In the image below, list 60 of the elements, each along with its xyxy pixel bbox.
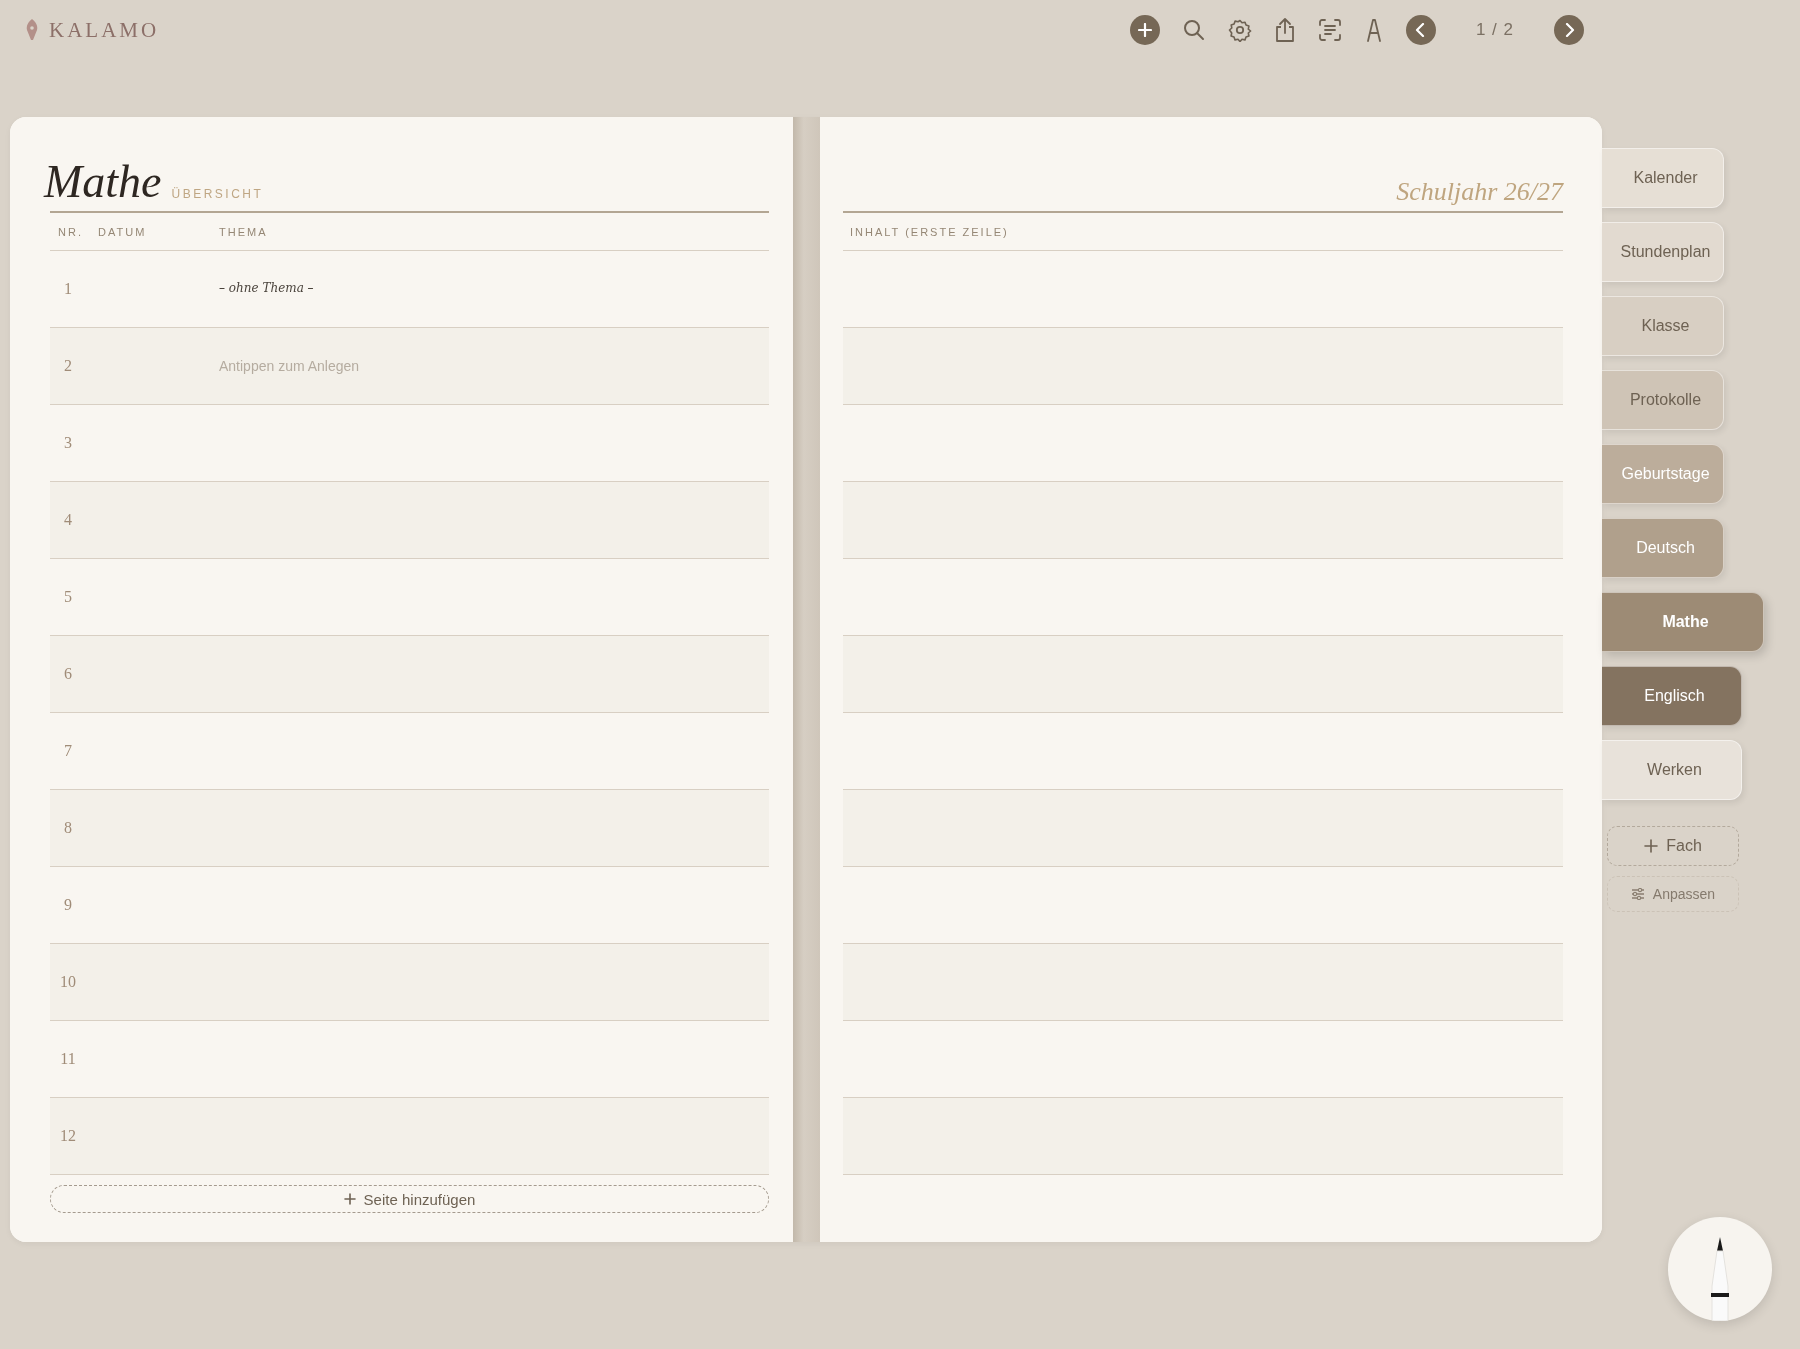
plus-icon bbox=[1644, 839, 1659, 853]
section-tab[interactable]: Stundenplan bbox=[1602, 222, 1724, 282]
sliders-icon bbox=[1630, 888, 1645, 900]
add-subject-button[interactable]: Fach bbox=[1607, 826, 1739, 866]
row-number: 10 bbox=[59, 973, 77, 991]
column-header: DATUM bbox=[98, 225, 147, 238]
content-row[interactable] bbox=[843, 944, 1563, 1021]
content-row[interactable] bbox=[843, 636, 1563, 713]
row-number: 2 bbox=[63, 357, 73, 375]
table-row[interactable]: 10 bbox=[50, 944, 769, 1021]
row-number: 4 bbox=[63, 511, 73, 529]
table-row[interactable]: 12 bbox=[50, 1098, 769, 1175]
settings-icon[interactable] bbox=[1227, 18, 1252, 42]
chevron-right-icon bbox=[1563, 23, 1575, 37]
topic-text: – ohne Thema – bbox=[219, 281, 314, 295]
row-number: 3 bbox=[63, 434, 73, 452]
plus-icon bbox=[343, 1193, 356, 1205]
section-tab[interactable]: Klasse bbox=[1602, 296, 1724, 356]
table-row[interactable]: 2 Antippen zum Anlegen bbox=[50, 328, 769, 405]
column-header: INHALT (ERSTE ZEILE) bbox=[850, 225, 1009, 238]
section-tab[interactable]: Mathe bbox=[1602, 592, 1764, 652]
chevron-left-icon bbox=[1414, 23, 1427, 37]
table-row[interactable]: 4 bbox=[50, 482, 769, 559]
customize-button[interactable]: Anpassen bbox=[1607, 876, 1739, 912]
content-row[interactable] bbox=[843, 790, 1563, 867]
page-title: Mathe bbox=[44, 159, 162, 205]
add-button[interactable] bbox=[1129, 15, 1160, 45]
row-number: 5 bbox=[63, 588, 73, 606]
table-row[interactable]: 8 bbox=[50, 790, 769, 867]
topic-placeholder: Antippen zum Anlegen bbox=[219, 358, 360, 374]
row-number: 6 bbox=[63, 665, 73, 683]
section-tab[interactable]: Deutsch bbox=[1602, 518, 1724, 578]
row-number: 7 bbox=[63, 742, 73, 760]
section-tab[interactable]: Protokolle bbox=[1602, 370, 1724, 430]
scan-text-icon[interactable] bbox=[1317, 18, 1342, 42]
share-icon[interactable] bbox=[1273, 17, 1296, 43]
previous-page-button[interactable] bbox=[1405, 15, 1436, 45]
row-number: 11 bbox=[59, 1050, 77, 1068]
row-number: 8 bbox=[63, 819, 73, 837]
section-tab[interactable]: Kalender bbox=[1602, 148, 1724, 208]
column-header: NR. bbox=[58, 225, 83, 238]
pen-nib-icon bbox=[25, 18, 39, 42]
section-tab[interactable]: Englisch bbox=[1602, 666, 1742, 726]
plus-icon bbox=[1137, 23, 1152, 37]
column-header: THEMA bbox=[219, 225, 268, 238]
content-row[interactable] bbox=[843, 482, 1563, 559]
row-number: 12 bbox=[59, 1127, 77, 1145]
next-page-button[interactable] bbox=[1554, 15, 1584, 45]
row-number: 9 bbox=[63, 896, 73, 914]
page-indicator: 1 / 2 bbox=[1475, 20, 1514, 40]
section-tab[interactable]: Geburtstage bbox=[1602, 444, 1724, 504]
content-row[interactable] bbox=[843, 1098, 1563, 1175]
app-name: KALAMO bbox=[49, 17, 160, 43]
row-number: 1 bbox=[63, 280, 73, 298]
table-row[interactable]: 6 bbox=[50, 636, 769, 713]
content-row[interactable] bbox=[843, 328, 1563, 405]
school-year-title: Schuljahr 26/27 bbox=[1396, 177, 1563, 207]
page-subtitle: ÜBERSICHT bbox=[171, 187, 264, 201]
search-icon[interactable] bbox=[1181, 18, 1206, 42]
section-tab[interactable]: Werken bbox=[1602, 740, 1742, 800]
